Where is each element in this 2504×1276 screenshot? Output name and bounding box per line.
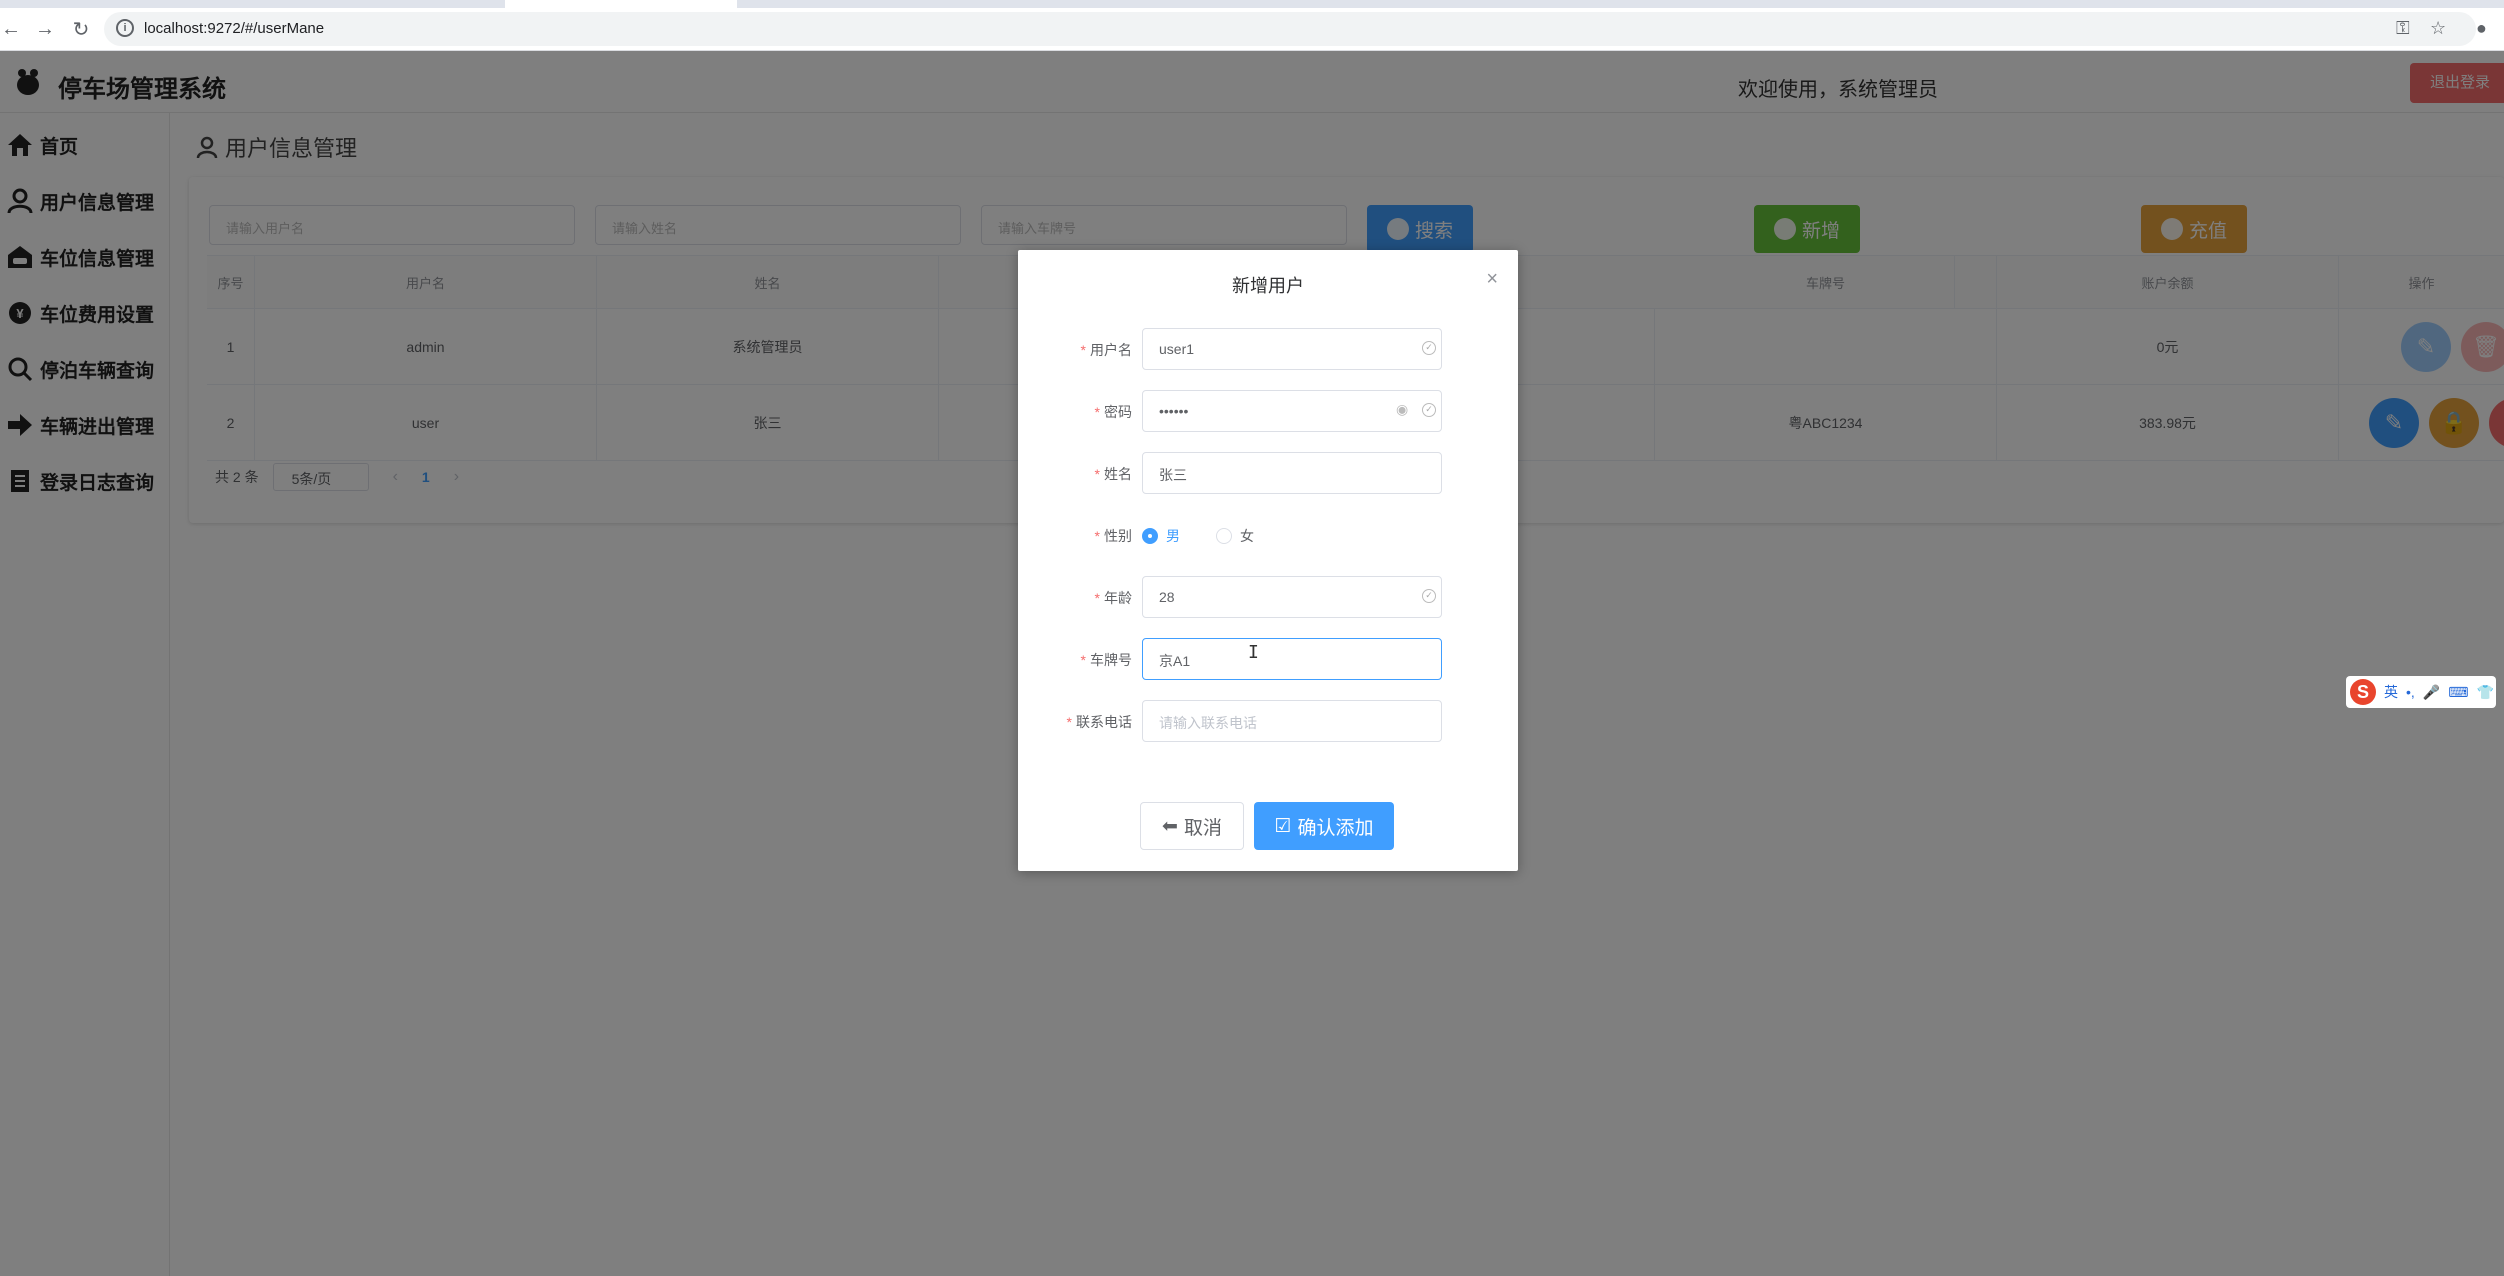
browser-toolbar: ← → ↻ i localhost:9272/#/userMane ⚿ ☆ ● [0,8,2504,51]
back-icon[interactable]: ← [0,18,22,40]
address-bar[interactable]: i localhost:9272/#/userMane [104,12,2476,46]
name-input[interactable]: 张三 [1142,452,1442,494]
skin-icon[interactable]: 👕 [2476,684,2493,701]
phone-input[interactable]: 请输入联系电话 [1142,700,1442,742]
form-row-gender: * 性别 男 女 [1018,514,1518,556]
dialog-title: 新增用户 [1232,276,1304,296]
gender-male-radio[interactable] [1142,528,1158,544]
plate-input[interactable]: 京A1 [1142,638,1442,680]
valid-check-icon: ✓ [1422,589,1436,603]
form-row-name: * 姓名 张三 [1018,452,1518,494]
field-label: * 用户名 [1080,342,1132,358]
gender-male-label[interactable]: 男 [1166,526,1180,546]
field-label: * 联系电话 [1066,714,1132,730]
form-row-age: * 年龄 28 ✓ [1018,576,1518,618]
text-cursor-icon: I [1248,642,1259,663]
form-row-plate: * 车牌号 京A1 [1018,638,1518,680]
valid-check-icon: ✓ [1422,341,1436,355]
field-label: * 年龄 [1094,590,1132,606]
confirm-button-label: 确认添加 [1297,817,1374,839]
sogou-logo-icon: S [2350,679,2376,705]
close-icon[interactable]: × [1486,268,1498,291]
browser-tab-active[interactable] [505,0,737,8]
browser-tabstrip [0,0,2504,8]
gender-female-radio[interactable] [1216,528,1232,544]
age-input[interactable]: 28 [1142,576,1442,618]
form-row-phone: * 联系电话 请输入联系电话 [1018,700,1518,742]
confirm-add-button[interactable]: ☑ 确认添加 [1254,802,1394,850]
cancel-button[interactable]: ⬅ 取消 [1140,802,1244,850]
add-user-dialog: 新增用户 × * 用户名 user1 ✓ * 密码 •••••• ◉ ✓ * 姓名 张… [1018,250,1518,871]
back-arrow-icon: ⬅ [1162,815,1178,837]
microphone-icon[interactable]: 🎤 [2423,684,2440,701]
profile-icon[interactable]: ● [2476,18,2487,39]
address-url: localhost:9272/#/userMane [144,20,325,37]
field-label: * 姓名 [1094,466,1132,482]
checkbox-icon: ☑ [1274,815,1292,837]
cancel-button-label: 取消 [1183,817,1222,839]
field-label: * 密码 [1094,404,1132,420]
site-info-icon[interactable]: i [116,19,134,37]
eye-icon[interactable]: ◉ [1396,401,1484,418]
key-icon[interactable]: ⚿ [2396,18,2410,39]
forward-icon[interactable]: → [34,18,56,40]
valid-check-icon: ✓ [1422,403,1436,417]
field-label: * 性别 [1094,528,1132,544]
reload-icon[interactable]: ↻ [70,18,92,41]
form-row-username: * 用户名 user1 ✓ [1018,328,1518,370]
gender-radio-group: 男 女 [1142,526,1254,546]
ime-toolbar[interactable]: S 英 •, 🎤 ⌨ 👕 [2346,676,2496,708]
punctuation-icon[interactable]: •, [2406,684,2415,700]
username-input[interactable]: user1 [1142,328,1442,370]
gender-female-label[interactable]: 女 [1240,526,1254,546]
star-icon[interactable]: ☆ [2430,18,2446,39]
keyboard-icon[interactable]: ⌨ [2448,684,2468,701]
ime-language[interactable]: 英 [2384,682,2398,702]
field-label: * 车牌号 [1080,652,1132,668]
form-row-password: * 密码 •••••• ◉ ✓ [1018,390,1518,432]
